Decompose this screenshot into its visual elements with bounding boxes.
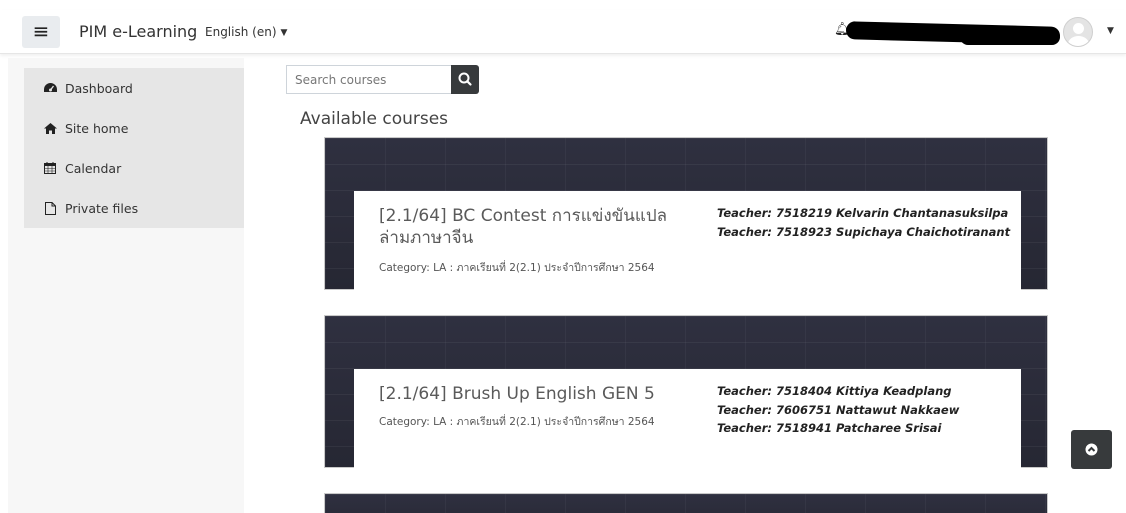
- course-category: Category: LA : ภาคเรียนที่ 2(2.1) ประจำป…: [379, 262, 655, 274]
- course-name-link[interactable]: [2.1/64] Brush Up English GEN 5: [379, 383, 699, 405]
- section-title: Available courses: [300, 109, 449, 129]
- search-icon: [458, 72, 472, 86]
- course-info-box: [2.1/64] Brush Up English GEN 5 Category…: [354, 369, 1021, 468]
- calendar-icon: [41, 162, 59, 174]
- sidebar-item-dashboard[interactable]: Dashboard: [24, 68, 244, 108]
- back-to-top-button[interactable]: [1071, 430, 1112, 469]
- search-button[interactable]: [451, 65, 479, 94]
- hamburger-icon: ≡: [32, 19, 50, 43]
- course-card[interactable]: [2.1/64] Brush Up English GEN 5 Category…: [324, 315, 1048, 468]
- sidebar-item-label: Dashboard: [65, 80, 133, 96]
- sidebar-item-label: Site home: [65, 120, 129, 136]
- course-name-link[interactable]: [2.1/64] BC Contest การแข่งขันแปล ล่ามภา…: [379, 205, 699, 249]
- menu-toggle-button[interactable]: ≡: [22, 16, 60, 48]
- course-category: Category: LA : ภาคเรียนที่ 2(2.1) ประจำป…: [379, 416, 655, 428]
- course-card[interactable]: [2.1/64] BC Contest การแข่งขันแปล ล่ามภา…: [324, 137, 1048, 290]
- course-info-box: [2.1/64] BC Contest การแข่งขันแปล ล่ามภา…: [354, 191, 1021, 290]
- redacted-user-name-part: [960, 29, 1060, 45]
- teacher-link[interactable]: Teacher: 7518404 Kittiya Keadplang: [717, 382, 959, 401]
- search-courses-input[interactable]: [286, 65, 452, 94]
- teacher-link[interactable]: Teacher: 7518923 Supichaya Chaichotirana…: [717, 223, 1010, 242]
- course-teachers: Teacher: 7518404 Kittiya Keadplang Teach…: [717, 382, 959, 438]
- drawer-nav-list: Dashboard Site home Calendar Private fil…: [24, 68, 244, 228]
- teacher-link[interactable]: Teacher: 7518941 Patcharee Srisai: [717, 419, 959, 438]
- top-navbar: ≡ PIM e-Learning English (en) ▼ 🔔︎ ▼: [0, 10, 1126, 54]
- sidebar-item-site-home[interactable]: Site home: [24, 108, 244, 148]
- sidebar-item-calendar[interactable]: Calendar: [24, 148, 244, 188]
- nav-drawer: Dashboard Site home Calendar Private fil…: [8, 58, 244, 513]
- file-icon: [41, 201, 59, 215]
- language-menu[interactable]: English (en) ▼: [205, 25, 287, 39]
- avatar[interactable]: [1063, 17, 1093, 47]
- home-icon: [41, 122, 59, 134]
- teacher-link[interactable]: Teacher: 7518219 Kelvarin Chantanasuksil…: [717, 204, 1010, 223]
- caret-down-icon: ▼: [280, 28, 288, 38]
- arrow-up-circle-icon: [1085, 443, 1098, 456]
- course-name-line: [2.1/64] BC Contest การแข่งขันแปล: [379, 206, 668, 226]
- teacher-link[interactable]: Teacher: 7606751 Nattawut Nakkaew: [717, 401, 959, 420]
- course-card[interactable]: [324, 493, 1048, 513]
- sidebar-item-label: Calendar: [65, 160, 122, 176]
- site-name-link[interactable]: PIM e-Learning: [79, 22, 197, 41]
- tachometer-icon: [41, 82, 59, 94]
- course-teachers: Teacher: 7518219 Kelvarin Chantanasuksil…: [717, 204, 1010, 241]
- course-name-line: ล่ามภาษาจีน: [379, 228, 474, 248]
- user-menu-caret-icon[interactable]: ▼: [1107, 26, 1114, 36]
- sidebar-item-label: Private files: [65, 200, 139, 216]
- language-label: English (en): [205, 25, 277, 39]
- sidebar-item-private-files[interactable]: Private files: [24, 188, 244, 228]
